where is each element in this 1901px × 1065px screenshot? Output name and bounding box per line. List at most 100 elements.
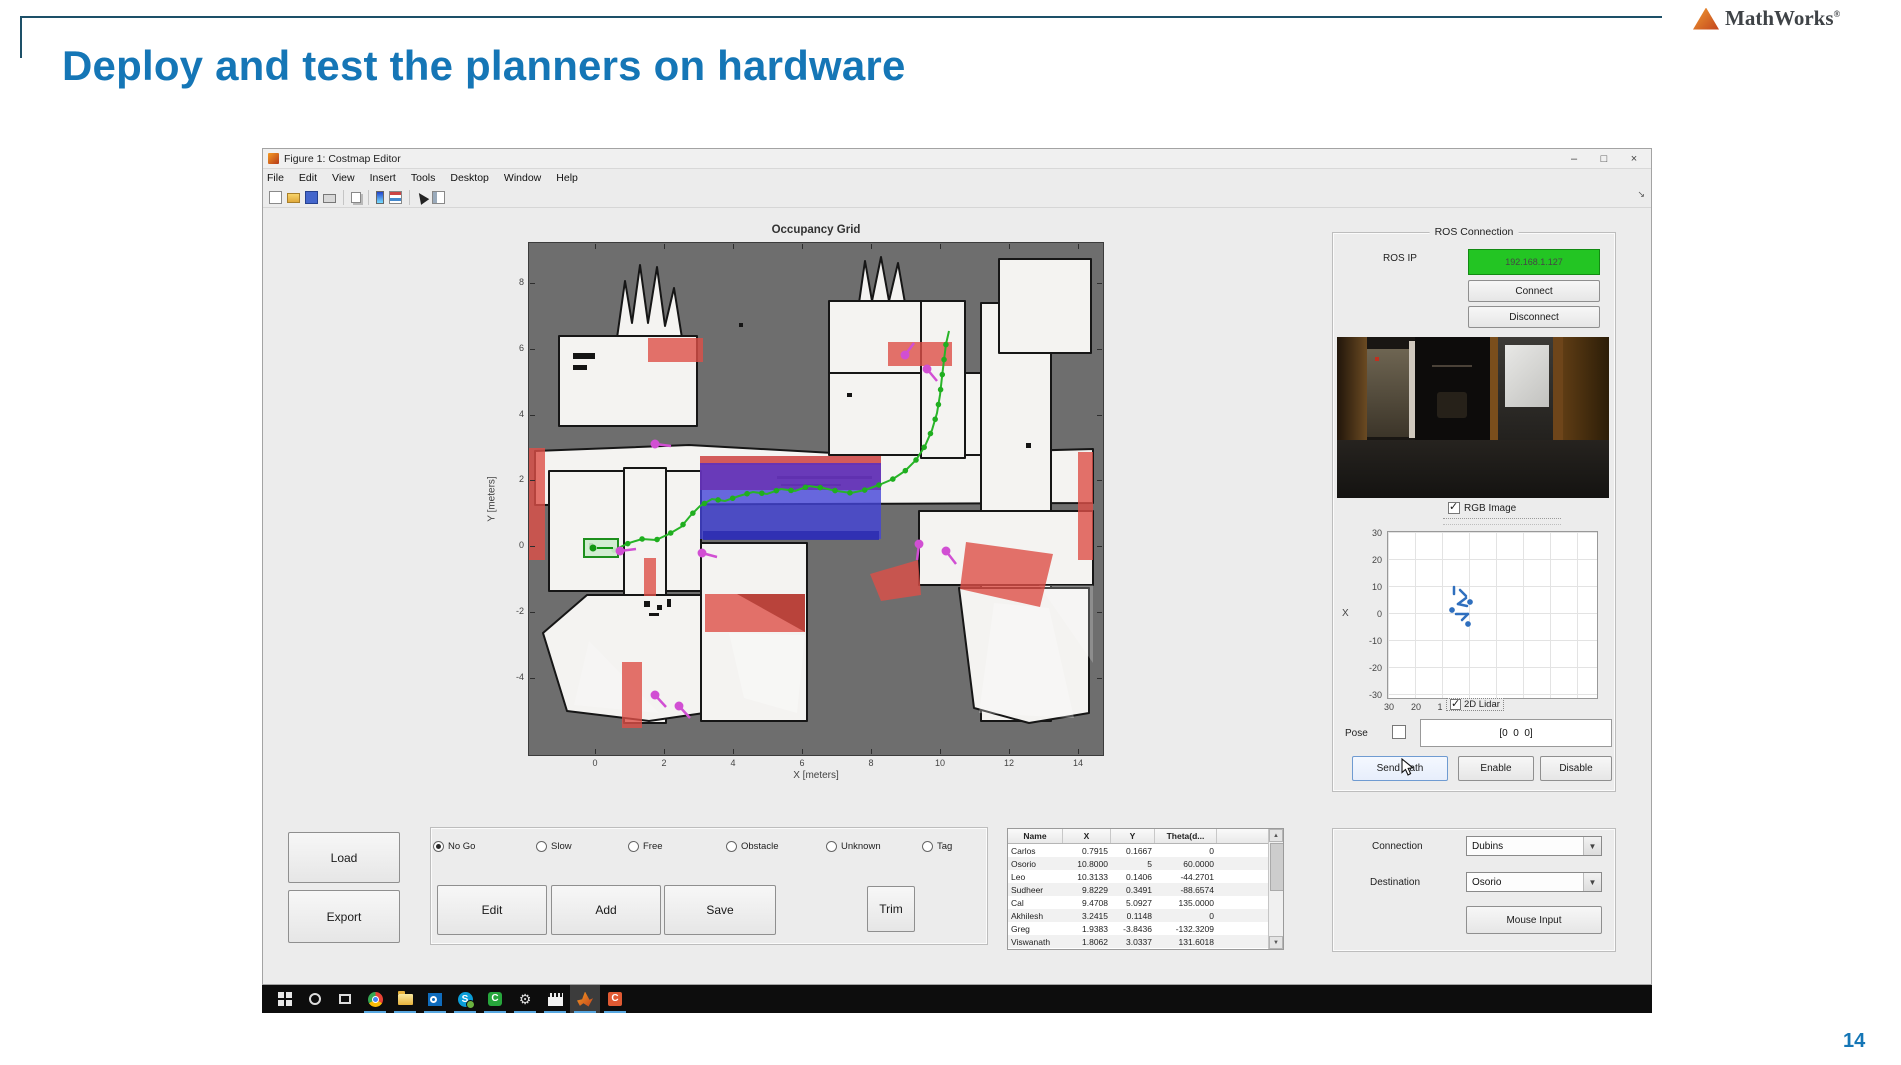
lidar-plot[interactable] [1387,531,1598,699]
taskbar-item-skype[interactable]: S [450,985,480,1013]
checkbox-checked-icon[interactable] [1448,502,1460,514]
column-header[interactable]: Theta(d... [1155,829,1217,843]
table-row[interactable]: Akhilesh3.24150.11480 [1008,909,1283,922]
chevron-down-icon[interactable]: ▼ [1583,837,1601,855]
print-icon[interactable] [323,194,336,203]
menu-edit[interactable]: Edit [299,172,317,184]
new-figure-icon[interactable] [269,191,282,204]
chevron-down-icon[interactable]: ▼ [1583,873,1601,891]
window-titlebar[interactable]: Figure 1: Costmap Editor [263,149,1651,169]
taskbar-item-matlab[interactable] [570,985,600,1013]
table-row[interactable]: Greg1.9383-3.8436-132.3209 [1008,922,1283,935]
connection-dropdown[interactable]: Dubins ▼ [1466,836,1602,856]
pose-checkbox[interactable] [1392,725,1406,739]
settings-icon[interactable]: ⚙ [519,992,532,1006]
zone-radio-tag[interactable]: Tag [922,841,952,852]
edit-plot-icon[interactable] [415,190,430,205]
zone-radio-free[interactable]: Free [628,841,663,852]
matlab-icon[interactable] [577,992,593,1007]
add-button[interactable]: Add [551,885,661,935]
taskbar-item-windows-start[interactable] [270,985,300,1013]
table-row[interactable]: Cal9.47085.0927135.0000 [1008,896,1283,909]
menu-view[interactable]: View [332,172,355,184]
column-header[interactable]: Y [1111,829,1155,843]
code-app-icon[interactable]: C [608,992,622,1006]
disconnect-button[interactable]: Disconnect [1468,306,1600,328]
taskbar-item-camtasia[interactable]: C [480,985,510,1013]
table-scrollbar[interactable]: ▲ ▼ [1268,829,1283,949]
menu-help[interactable]: Help [556,172,578,184]
zone-radio-no-go[interactable]: No Go [433,841,475,852]
radio-icon[interactable] [536,841,547,852]
table-row[interactable]: Sudheer9.82290.3491-88.6574 [1008,883,1283,896]
file-explorer-icon[interactable] [398,994,413,1005]
chrome-icon[interactable] [368,992,383,1007]
menu-file[interactable]: File [267,172,284,184]
open-icon[interactable] [287,193,300,203]
scrollbar-thumb[interactable] [1270,843,1284,891]
occupancy-map-canvas[interactable] [529,243,1103,755]
destination-dropdown[interactable]: Osorio ▼ [1466,872,1602,892]
close-button[interactable]: × [1619,149,1649,169]
ros-ip-field[interactable]: 192.168.1.127 [1468,249,1600,275]
outlook-icon[interactable] [428,993,442,1006]
edit-button[interactable]: Edit [437,885,547,935]
media-app-icon[interactable] [548,993,563,1006]
radio-icon[interactable] [922,841,933,852]
waypoint-table[interactable]: NameXYTheta(d... Carlos0.79150.16670Osor… [1007,828,1284,950]
table-row[interactable]: Osorio10.8000560.0000 [1008,857,1283,870]
trim-button[interactable]: Trim [867,886,915,932]
zone-radio-slow[interactable]: Slow [536,841,572,852]
minimize-button[interactable]: – [1559,149,1589,169]
inspector-icon[interactable] [432,191,445,204]
taskbar-item-chrome[interactable] [360,985,390,1013]
task-view-icon[interactable] [339,994,351,1004]
cortana-search-icon[interactable] [309,993,321,1005]
radio-icon[interactable] [826,841,837,852]
scroll-up-icon[interactable]: ▲ [1269,829,1283,842]
menu-tools[interactable]: Tools [411,172,436,184]
rgb-image-checkbox[interactable]: RGB Image [1448,502,1516,514]
mouse-input-button[interactable]: Mouse Input [1466,906,1602,934]
table-row[interactable]: Carlos0.79150.16670 [1008,844,1283,857]
load-button[interactable]: Load [288,832,400,883]
taskbar-item-cortana-search[interactable] [300,985,330,1013]
enable-button[interactable]: Enable [1458,756,1534,781]
save-icon[interactable] [305,191,318,204]
copy-icon[interactable] [351,192,361,203]
taskbar-item-code-app[interactable]: C [600,985,630,1013]
zone-radio-obstacle[interactable]: Obstacle [726,841,779,852]
radio-icon[interactable] [726,841,737,852]
dock-figure-icon[interactable]: ↘ [1637,189,1645,200]
pose-field[interactable]: [0 0 0] [1420,719,1612,747]
radio-icon[interactable] [628,841,639,852]
maximize-button[interactable]: □ [1589,149,1619,169]
save-button[interactable]: Save [664,885,776,935]
radio-selected-icon[interactable] [433,841,444,852]
skype-icon[interactable]: S [458,992,473,1007]
disable-button[interactable]: Disable [1540,756,1612,781]
lidar-plot-subtitle [1443,518,1561,525]
taskbar-item-media-app[interactable] [540,985,570,1013]
taskbar-item-file-explorer[interactable] [390,985,420,1013]
taskbar-item-task-view[interactable] [330,985,360,1013]
occupancy-map[interactable] [529,243,1103,755]
menu-insert[interactable]: Insert [370,172,396,184]
column-header[interactable]: X [1063,829,1111,843]
colorbar-icon[interactable] [376,191,384,204]
taskbar-item-settings[interactable]: ⚙ [510,985,540,1013]
2d-lidar-checkbox[interactable]: 2D Lidar [1446,698,1504,711]
column-header[interactable]: Name [1008,829,1063,843]
table-row[interactable]: Viswanath1.80623.0337131.6018 [1008,935,1283,948]
table-row[interactable]: Leo10.31330.1406-44.2701 [1008,870,1283,883]
legend-icon[interactable] [389,191,402,204]
scroll-down-icon[interactable]: ▼ [1269,936,1283,949]
zone-radio-unknown[interactable]: Unknown [826,841,881,852]
menu-window[interactable]: Window [504,172,541,184]
menu-desktop[interactable]: Desktop [450,172,489,184]
taskbar-item-outlook[interactable] [420,985,450,1013]
camtasia-icon[interactable]: C [488,992,502,1006]
connect-button[interactable]: Connect [1468,280,1600,302]
export-button[interactable]: Export [288,890,400,943]
windows-start-icon[interactable] [278,992,292,1006]
